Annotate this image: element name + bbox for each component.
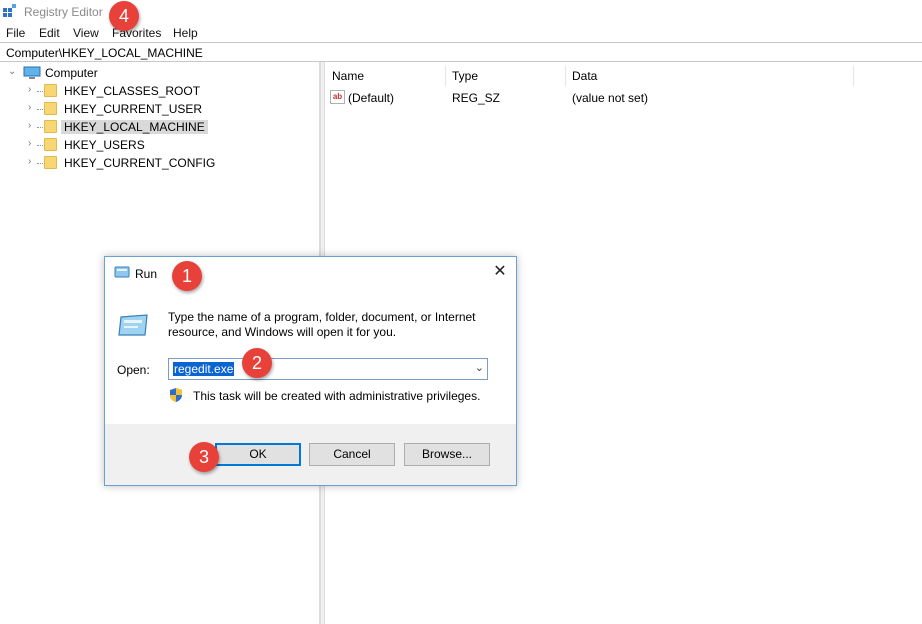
chevron-right-icon[interactable]: › bbox=[28, 120, 31, 131]
callout-badge-4: 4 bbox=[109, 1, 139, 31]
tree-label: HKEY_USERS bbox=[64, 138, 145, 152]
chevron-down-icon[interactable]: ⌄ bbox=[8, 66, 16, 77]
ok-button[interactable]: OK bbox=[215, 443, 301, 466]
uac-shield-icon bbox=[170, 388, 182, 402]
chevron-right-icon[interactable]: › bbox=[28, 156, 31, 167]
tree-connector bbox=[37, 109, 43, 110]
window-title: Registry Editor bbox=[24, 5, 103, 19]
open-combobox[interactable]: regedit.exe ⌄ bbox=[168, 358, 488, 380]
value-data: (value not set) bbox=[572, 91, 649, 105]
callout-badge-1: 1 bbox=[172, 261, 202, 291]
folder-icon bbox=[44, 120, 57, 133]
tree-label: HKEY_CURRENT_USER bbox=[64, 102, 203, 116]
tree-item-hkcr[interactable]: › HKEY_CLASSES_ROOT bbox=[0, 82, 300, 100]
menu-bar: File Edit View Favorites Help bbox=[0, 24, 922, 42]
cancel-button[interactable]: Cancel bbox=[309, 443, 395, 466]
run-dialog: Run ✕ Type the name of a program, folder… bbox=[104, 256, 517, 486]
tree-label-selected: HKEY_LOCAL_MACHINE bbox=[61, 120, 208, 134]
folder-icon bbox=[44, 138, 57, 151]
menu-help[interactable]: Help bbox=[173, 26, 198, 40]
chevron-right-icon[interactable]: › bbox=[28, 138, 31, 149]
open-input-value[interactable]: regedit.exe bbox=[173, 362, 235, 376]
close-button[interactable]: ✕ bbox=[489, 262, 511, 282]
menu-edit[interactable]: Edit bbox=[39, 26, 60, 40]
callout-badge-2: 2 bbox=[242, 348, 272, 378]
open-label: Open: bbox=[117, 363, 150, 377]
address-bar[interactable]: Computer\HKEY_LOCAL_MACHINE bbox=[0, 42, 922, 62]
menu-file[interactable]: File bbox=[6, 26, 25, 40]
chevron-right-icon[interactable]: › bbox=[28, 102, 31, 113]
tree-connector bbox=[37, 127, 43, 128]
tree-item-hkcu[interactable]: › HKEY_CURRENT_USER bbox=[0, 100, 300, 118]
address-path: Computer\HKEY_LOCAL_MACHINE bbox=[6, 46, 203, 60]
tree-label: HKEY_CLASSES_ROOT bbox=[64, 84, 201, 98]
registry-editor-icon bbox=[3, 4, 16, 17]
dialog-title: Run bbox=[135, 267, 158, 281]
folder-icon bbox=[44, 102, 57, 115]
run-large-icon bbox=[118, 314, 148, 336]
tree-label: Computer bbox=[45, 66, 98, 80]
folder-icon bbox=[44, 84, 57, 97]
browse-button[interactable]: Browse... bbox=[404, 443, 490, 466]
dialog-button-area: OK Cancel Browse... bbox=[105, 424, 516, 485]
folder-icon bbox=[44, 156, 57, 169]
tree-connector bbox=[37, 91, 43, 92]
value-name: (Default) bbox=[348, 91, 395, 105]
table-row[interactable]: ab (Default) REG_SZ (value not set) bbox=[325, 62, 922, 110]
tree-label: HKEY_CURRENT_CONFIG bbox=[64, 156, 216, 170]
run-icon bbox=[114, 266, 130, 278]
chevron-right-icon[interactable]: › bbox=[28, 84, 31, 95]
tree-item-hku[interactable]: › HKEY_USERS bbox=[0, 136, 300, 154]
tree-item-hkcc[interactable]: › HKEY_CURRENT_CONFIG bbox=[0, 154, 300, 172]
tree-item-computer[interactable]: ⌄ Computer bbox=[0, 64, 300, 82]
computer-icon bbox=[23, 66, 41, 79]
string-value-icon: ab bbox=[330, 90, 345, 104]
tree-connector bbox=[37, 145, 43, 146]
tree-item-hklm[interactable]: › HKEY_LOCAL_MACHINE bbox=[0, 118, 300, 136]
tree-connector bbox=[37, 163, 43, 164]
admin-note: This task will be created with administr… bbox=[193, 389, 481, 403]
callout-badge-3: 3 bbox=[189, 442, 219, 472]
menu-view[interactable]: View bbox=[73, 26, 99, 40]
value-type: REG_SZ bbox=[452, 91, 501, 105]
dialog-description: Type the name of a program, folder, docu… bbox=[168, 310, 476, 339]
chevron-down-icon[interactable]: ⌄ bbox=[475, 361, 484, 374]
